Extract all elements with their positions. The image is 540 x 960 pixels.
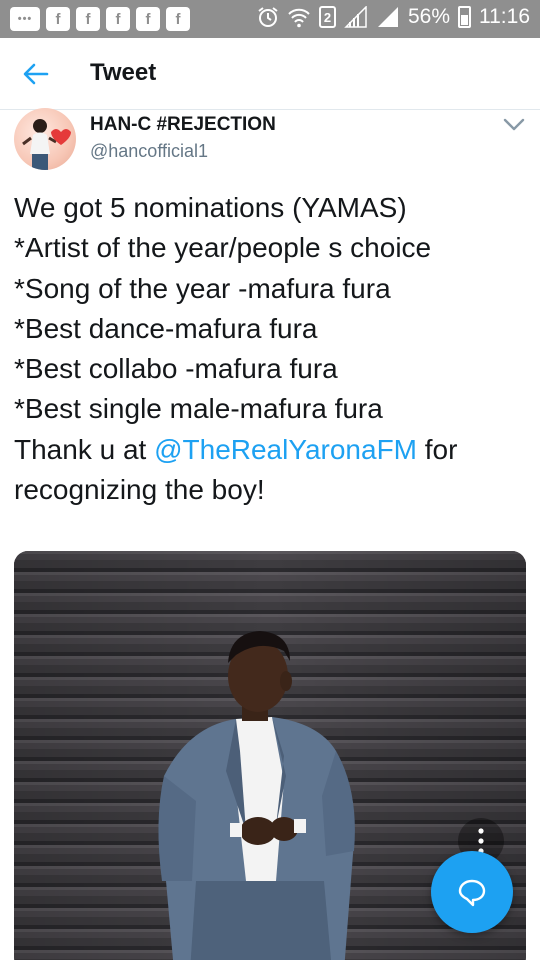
tweet-line: *Artist of the year/people s choice [14, 232, 432, 264]
back-arrow-icon [23, 63, 49, 85]
wifi-icon [287, 6, 311, 28]
tweet-line: *Best single male-mafura fura [14, 393, 383, 425]
tweet-line: We got 5 nominations (YAMAS) [14, 192, 407, 223]
author-handle[interactable]: @hancofficial1 [90, 141, 208, 162]
status-bar: ••• f f f f f 2 56% 11:16 [0, 0, 540, 38]
mention-link[interactable]: @TheRealYaronaFM [154, 434, 417, 465]
back-button[interactable] [18, 56, 54, 92]
tweet-line: *Best dance-mafura fura [14, 312, 318, 344]
signal-icon [376, 6, 400, 28]
chevron-down-icon [503, 118, 525, 131]
tweet-text: We got 5 nominations (YAMAS) *Artist of … [14, 188, 526, 510]
author-name[interactable]: HAN-C #REJECTION [90, 114, 276, 136]
facebook-icon: f [136, 7, 160, 31]
facebook-icon: f [166, 7, 190, 31]
msg-icon: ••• [10, 7, 40, 31]
page-title: Tweet [90, 59, 157, 86]
thanks-text: Thank u at [14, 433, 155, 465]
thanks-suffix: for [417, 433, 458, 465]
system-icons: 2 56% 11:16 [257, 5, 530, 29]
avatar[interactable] [14, 108, 76, 170]
reply-fab-button[interactable] [431, 851, 513, 933]
top-app-bar: Tweet [0, 38, 540, 110]
facebook-icon: f [46, 7, 70, 31]
facebook-icon: f [76, 7, 100, 31]
facebook-icon: f [106, 7, 130, 31]
more-vertical-icon [478, 828, 484, 854]
signal-icon [344, 6, 368, 28]
notification-icons: ••• f f f f f [10, 7, 190, 31]
clock: 11:16 [479, 5, 530, 28]
tweet-line: Thank u at @TheRealYaronaFM for [14, 430, 526, 470]
sim-indicator: 2 [318, 6, 336, 28]
tweet-line: recognizing the boy! [14, 474, 265, 506]
tweet-menu-button[interactable] [500, 112, 528, 138]
reply-bubble-icon [458, 879, 486, 907]
battery-percent: 56% [407, 5, 450, 28]
tweet-line: *Best collabo -mafura fura [14, 353, 338, 385]
alarm-icon [257, 6, 279, 28]
tweet-line: *Song of the year -mafura fura [14, 272, 391, 304]
battery-icon [458, 6, 471, 28]
